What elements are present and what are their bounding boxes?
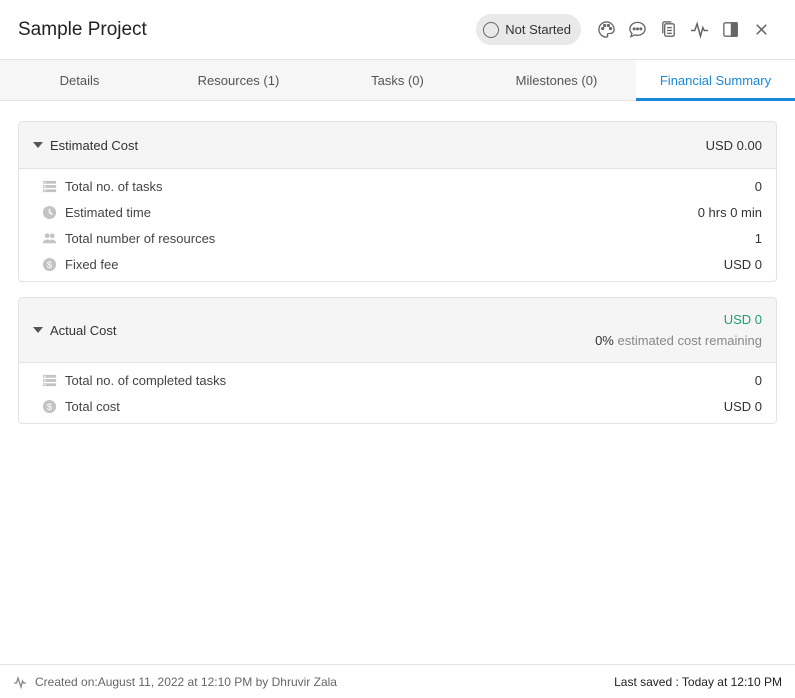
actual-cost-card: Actual Cost USD 0 0% estimated cost rema… bbox=[18, 297, 777, 424]
row-label: Total number of resources bbox=[65, 230, 216, 246]
tab-details[interactable]: Details bbox=[0, 60, 159, 100]
remaining-percent: 0% bbox=[595, 333, 614, 348]
people-icon bbox=[41, 230, 57, 246]
estimated-cost-total: USD 0.00 bbox=[705, 137, 762, 153]
row-value: USD 0 bbox=[723, 398, 762, 414]
list-item: $ Total cost USD 0 bbox=[41, 393, 762, 419]
copy-icon[interactable] bbox=[653, 14, 684, 45]
list-item: Total no. of tasks 0 bbox=[41, 173, 762, 199]
tab-resources[interactable]: Resources (1) bbox=[159, 60, 318, 100]
svg-text:$: $ bbox=[46, 259, 52, 269]
svg-text:$: $ bbox=[46, 401, 52, 411]
panel-header: Sample Project Not Started bbox=[0, 0, 795, 60]
tab-tasks[interactable]: Tasks (0) bbox=[318, 60, 477, 100]
created-info: Created on:August 11, 2022 at 12:10 PM b… bbox=[35, 674, 337, 689]
row-value: USD 0 bbox=[723, 256, 762, 272]
estimated-cost-header[interactable]: Estimated Cost USD 0.00 bbox=[19, 122, 776, 169]
list-item: Total no. of completed tasks 0 bbox=[41, 367, 762, 393]
row-label: Total cost bbox=[65, 398, 120, 414]
tab-bar: Details Resources (1) Tasks (0) Mileston… bbox=[0, 60, 795, 101]
activity-icon[interactable] bbox=[684, 14, 715, 45]
estimated-cost-title: Estimated Cost bbox=[50, 137, 139, 153]
list-item: Total number of resources 1 bbox=[41, 225, 762, 251]
dollar-icon: $ bbox=[41, 398, 57, 414]
row-value: 0 hrs 0 min bbox=[697, 204, 762, 220]
status-button[interactable]: Not Started bbox=[476, 14, 581, 45]
cost-remaining: 0% estimated cost remaining bbox=[595, 333, 762, 348]
status-label: Not Started bbox=[505, 22, 571, 37]
actual-cost-total: USD 0 bbox=[723, 312, 762, 327]
collapse-caret-icon[interactable] bbox=[33, 142, 43, 148]
actual-cost-header[interactable]: Actual Cost USD 0 0% estimated cost rema… bbox=[19, 298, 776, 363]
remaining-text: estimated cost remaining bbox=[613, 333, 762, 348]
row-label: Estimated time bbox=[65, 204, 151, 220]
row-label: Total no. of completed tasks bbox=[65, 372, 227, 388]
close-icon[interactable] bbox=[746, 14, 777, 45]
tasks-icon bbox=[41, 178, 57, 194]
tab-financial-summary[interactable]: Financial Summary bbox=[636, 60, 795, 101]
row-label: Fixed fee bbox=[65, 256, 119, 272]
list-item: Estimated time 0 hrs 0 min bbox=[41, 199, 762, 225]
project-panel: Sample Project Not Started Details Resou… bbox=[0, 0, 795, 698]
row-value: 1 bbox=[754, 230, 762, 246]
project-title: Sample Project bbox=[18, 18, 147, 40]
row-label: Total no. of tasks bbox=[65, 178, 163, 194]
collapse-caret-icon[interactable] bbox=[33, 327, 43, 333]
dollar-icon: $ bbox=[41, 256, 57, 272]
clock-icon bbox=[41, 204, 57, 220]
tab-milestones[interactable]: Milestones (0) bbox=[477, 60, 636, 100]
financial-summary-content: Estimated Cost USD 0.00 Total no. of tas… bbox=[0, 101, 795, 459]
activity-small-icon bbox=[14, 675, 26, 689]
panel-footer: Created on:August 11, 2022 at 12:10 PM b… bbox=[0, 664, 795, 698]
panel-toggle-icon[interactable] bbox=[715, 14, 746, 45]
row-value: 0 bbox=[754, 372, 762, 388]
last-saved-info: Last saved : Today at 12:10 PM bbox=[614, 674, 782, 689]
estimated-cost-card: Estimated Cost USD 0.00 Total no. of tas… bbox=[18, 121, 777, 282]
list-item: $ Fixed fee USD 0 bbox=[41, 251, 762, 277]
row-value: 0 bbox=[754, 178, 762, 194]
comment-icon[interactable] bbox=[622, 14, 653, 45]
actual-cost-title: Actual Cost bbox=[50, 322, 117, 338]
tasks-icon bbox=[41, 372, 57, 388]
palette-icon[interactable] bbox=[591, 14, 622, 45]
status-circle-icon bbox=[483, 21, 500, 38]
